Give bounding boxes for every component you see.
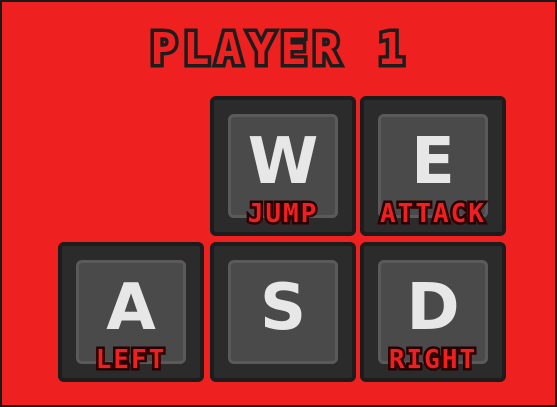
player-title: PLAYER 1 bbox=[147, 21, 411, 79]
key-a-letter: A bbox=[106, 271, 156, 345]
key-w[interactable]: W JUMP bbox=[210, 96, 356, 236]
key-e[interactable]: E ATTACK bbox=[360, 96, 506, 236]
key-s[interactable]: S bbox=[210, 242, 356, 382]
player-controls-panel: PLAYER 1 W JUMP E ATTACK A LEFT S D RIGH… bbox=[0, 0, 557, 407]
key-s-letter: S bbox=[259, 271, 307, 345]
key-e-action-label: ATTACK bbox=[378, 198, 487, 231]
key-w-letter: W bbox=[247, 125, 319, 199]
key-w-action-label: JUMP bbox=[245, 198, 319, 231]
key-d-action-label: RIGHT bbox=[386, 344, 478, 377]
key-a[interactable]: A LEFT bbox=[58, 242, 204, 382]
key-e-letter: E bbox=[411, 125, 455, 199]
key-a-action-label: LEFT bbox=[93, 344, 167, 377]
key-d[interactable]: D RIGHT bbox=[360, 242, 506, 382]
key-d-letter: D bbox=[406, 271, 460, 345]
